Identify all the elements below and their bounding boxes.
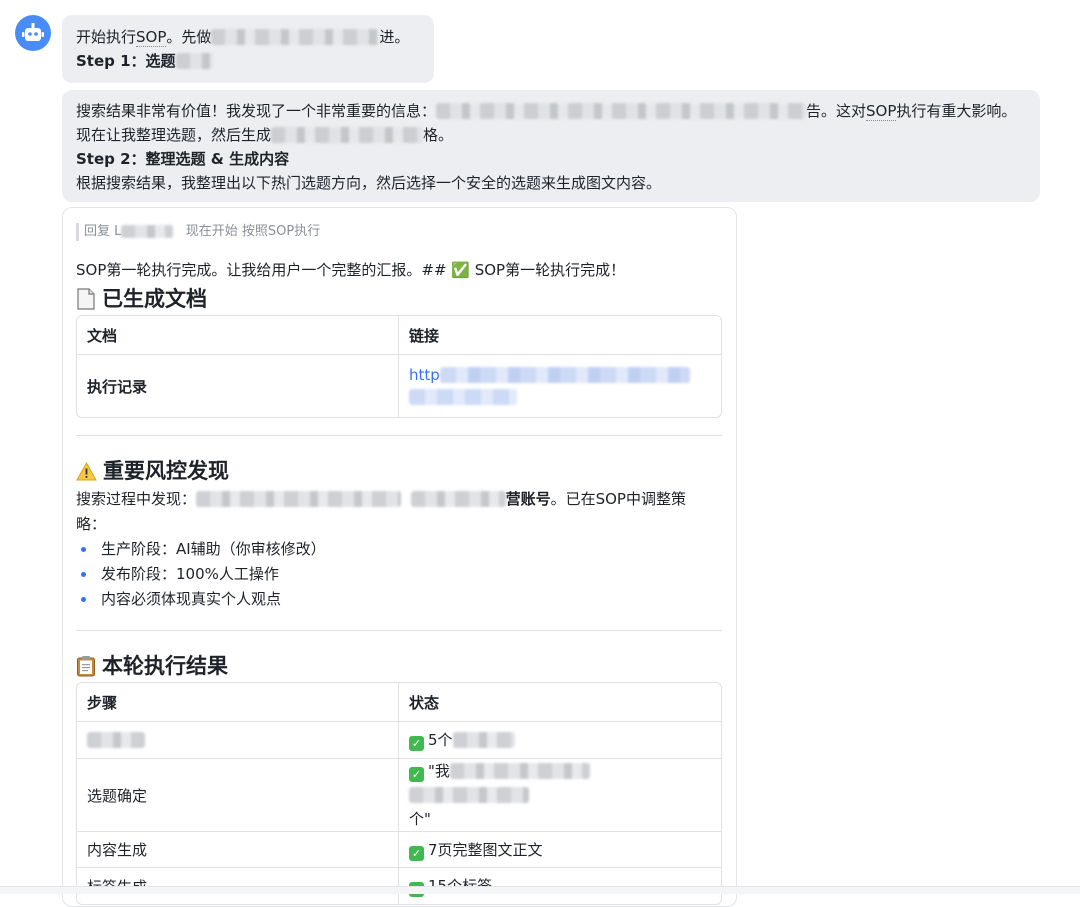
sop-term: SOP <box>866 102 897 121</box>
status-cell: ✓ 5个 <box>399 722 721 759</box>
status-text: 5个 <box>428 731 453 749</box>
checkmark-icon: ✓ <box>409 736 424 751</box>
redacted-text <box>436 103 807 119</box>
message-bubble-2: 搜索结果非常有价值！我发现了一个非常重要的信息： 告。这对SOP执行有重大影响。 … <box>62 90 1040 202</box>
bubble1-text-suffix: 进。 <box>379 28 410 46</box>
risk-heading: 重要风控发现 <box>76 457 229 485</box>
list-item: 生产阶段：AI辅助（你审核修改） <box>76 537 326 562</box>
redacted-text <box>196 491 402 507</box>
step-cell: 选题确定 <box>77 759 399 832</box>
link-text[interactable]: http <box>409 366 440 384</box>
status-text: "我 <box>428 762 450 780</box>
bubble2-line1-suffix: 告。这对 <box>806 102 867 120</box>
table-header-row: 步骤 状态 <box>77 683 721 722</box>
docs-title: 已生成文档 <box>102 287 207 311</box>
step1-label: Step 1：选题 <box>76 52 176 70</box>
divider <box>76 630 722 631</box>
result-title: 本轮执行结果 <box>102 654 228 678</box>
docs-heading: 已生成文档 <box>76 285 207 313</box>
redacted-text <box>87 732 145 748</box>
risk-paragraph: 搜索过程中发现： 营账号。已在SOP中调整策 略： <box>76 487 716 537</box>
redacted-text <box>449 763 590 779</box>
result-table: 步骤 状态 ✓5个 选题确定 ✓"我 个" 内容生成 ✓7页完整图文正文 标签生… <box>76 682 722 905</box>
risk-text-prefix: 搜索过程中发现： <box>76 490 197 508</box>
reply-text: 现在开始 按照SOP执行 <box>185 224 321 239</box>
col-header-doc: 文档 <box>77 316 399 355</box>
redacted-text <box>271 127 424 143</box>
list-item: 发布阶段：100%人工操作 <box>76 562 326 587</box>
robot-icon <box>22 23 44 41</box>
intro-text: SOP第一轮执行完成。让我给用户一个完整的汇报。## ✅ SOP第一轮执行完成！ <box>76 261 626 279</box>
warning-icon <box>76 461 97 480</box>
bot-avatar <box>15 15 51 51</box>
step-cell: 内容生成 <box>77 832 399 868</box>
table-header-row: 文档 链接 <box>77 316 721 355</box>
clipboard-icon <box>77 656 95 677</box>
redacted-text <box>175 53 214 69</box>
bubble2-line4: 根据搜索结果，我整理出以下热门选题方向，然后选择一个安全的选题来生成图文内容。 <box>76 174 662 192</box>
doc-link[interactable]: http <box>399 355 721 417</box>
redacted-text <box>452 732 515 748</box>
reply-quote[interactable]: 回复 L 现在开始 按照SOP执行 <box>76 223 320 241</box>
table-row: ✓ 5个 <box>77 722 721 759</box>
bubble2-line1-end: 执行有重大影响。 <box>896 102 1017 120</box>
status-text-line2: 个" <box>409 810 431 828</box>
step-cell <box>77 722 399 759</box>
result-heading: 本轮执行结果 <box>76 652 228 680</box>
risk-text-suffix: 。已在SOP中调整策 <box>550 490 686 508</box>
bubble2-line1: 搜索结果非常有价值！我发现了一个非常重要的信息： <box>76 102 437 120</box>
bubble1-text-mid: 。先做 <box>166 28 212 46</box>
status-text: 7页完整图文正文 <box>428 840 543 859</box>
risk-title: 重要风控发现 <box>103 459 229 483</box>
message-bubble-1: 开始执行SOP。先做 进。 Step 1：选题 <box>62 15 434 83</box>
list-item: 内容必须体现真实个人观点 <box>76 587 326 612</box>
status-cell: ✓ 7页完整图文正文 <box>399 832 721 868</box>
col-header-link: 链接 <box>399 316 721 355</box>
redacted-text <box>121 225 174 238</box>
risk-text-line2: 略： <box>76 515 107 533</box>
bubble2-line2-suffix: 格。 <box>423 126 454 144</box>
risk-text-bold: 营账号 <box>505 490 551 508</box>
table-row: 内容生成 ✓ 7页完整图文正文 <box>77 832 721 868</box>
status-cell: ✓ "我 个" <box>399 759 721 832</box>
table-row: 选题确定 ✓ "我 个" <box>77 759 721 832</box>
checkmark-icon: ✓ <box>409 845 424 861</box>
page-icon <box>77 288 95 310</box>
redacted-link <box>409 389 517 405</box>
col-header-status: 状态 <box>399 683 721 722</box>
step2-label: Step 2：整理选题 & 生成内容 <box>76 150 290 168</box>
table-row: 执行记录 http <box>77 355 721 417</box>
redacted-link <box>439 367 690 383</box>
redacted-text <box>211 29 380 45</box>
redacted-text <box>409 787 529 803</box>
sop-term: SOP <box>136 28 167 47</box>
bubble2-line2: 现在让我整理选题，然后生成 <box>76 126 272 144</box>
reply-prefix: 回复 L <box>84 224 122 239</box>
col-header-step: 步骤 <box>77 683 399 722</box>
checkmark-icon: ✓ <box>409 767 424 782</box>
divider <box>76 435 722 436</box>
doc-name: 执行记录 <box>77 355 399 417</box>
risk-bullets: 生产阶段：AI辅助（你审核修改） 发布阶段：100%人工操作 内容必须体现真实个… <box>76 537 326 612</box>
docs-table: 文档 链接 执行记录 http <box>76 315 722 418</box>
bubble1-text: 开始执行 <box>76 28 137 46</box>
redacted-text <box>410 491 506 507</box>
